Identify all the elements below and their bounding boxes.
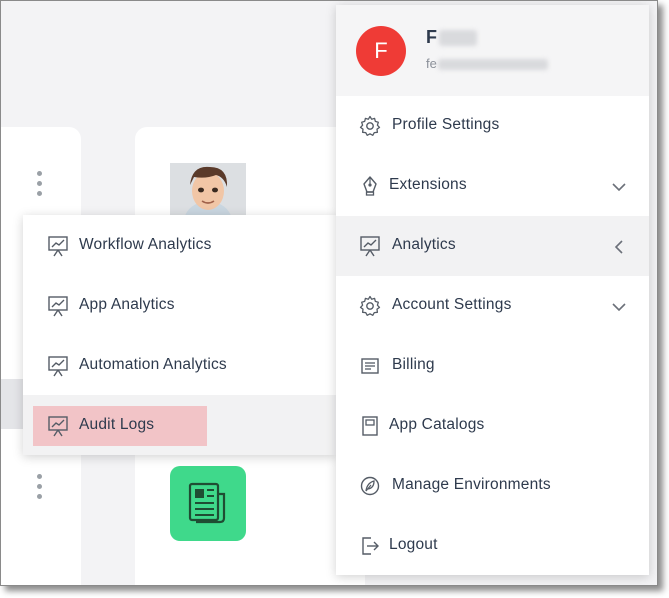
app-window: Workflow Analytics App Analytics Automat…	[0, 0, 658, 586]
pen-nib-icon	[363, 176, 377, 196]
menu-item-analytics[interactable]: Analytics	[336, 216, 649, 276]
menu-item-label: Logout	[389, 536, 438, 553]
gear-icon	[359, 295, 381, 316]
menu-item-billing[interactable]: Billing	[336, 336, 649, 396]
analytics-submenu: Workflow Analytics App Analytics Automat…	[23, 215, 336, 455]
menu-item-label: Account Settings	[392, 296, 512, 313]
analytics-board-icon	[48, 296, 68, 317]
menu-item-app-catalogs[interactable]: App Catalogs	[336, 396, 649, 456]
chevron-left-icon[interactable]	[610, 238, 628, 256]
newspaper-icon	[188, 482, 226, 524]
menu-item-logout[interactable]: Logout	[336, 516, 649, 576]
menu-item-account-settings[interactable]: Account Settings	[336, 276, 649, 336]
submenu-item-app-analytics[interactable]: App Analytics	[23, 275, 336, 335]
catalog-icon	[362, 416, 378, 436]
app-avatar-image	[170, 163, 246, 219]
user-name-text: F	[426, 27, 437, 47]
submenu-item-audit-logs[interactable]: Audit Logs	[23, 395, 336, 455]
logout-icon	[362, 537, 379, 555]
analytics-board-icon	[48, 416, 68, 437]
redacted-text	[437, 59, 548, 71]
submenu-item-label: Audit Logs	[79, 416, 155, 433]
avatar[interactable]: F	[356, 26, 406, 76]
chevron-down-icon[interactable]	[610, 178, 628, 196]
user-name: F	[426, 27, 477, 48]
leaf-icon	[360, 476, 380, 496]
menu-item-manage-environments[interactable]: Manage Environments	[336, 456, 649, 516]
user-email-text: fe	[426, 56, 437, 71]
receipt-icon	[361, 358, 379, 374]
menu-item-label: Manage Environments	[392, 476, 551, 493]
user-email: fe	[426, 56, 548, 71]
analytics-board-icon	[360, 236, 380, 257]
submenu-item-automation-analytics[interactable]: Automation Analytics	[23, 335, 336, 395]
submenu-item-label: App Analytics	[79, 296, 175, 313]
chevron-down-icon[interactable]	[610, 298, 628, 316]
menu-item-label: Extensions	[389, 176, 467, 193]
menu-item-extensions[interactable]: Extensions	[336, 156, 649, 216]
menu-item-label: Analytics	[392, 236, 456, 253]
menu-item-label: App Catalogs	[389, 416, 485, 433]
more-options-icon[interactable]	[36, 474, 42, 499]
analytics-board-icon	[48, 356, 68, 377]
app-icon-tile[interactable]	[170, 466, 246, 541]
user-dropdown-menu: F F fe Profile Settings Extensions Analy…	[336, 5, 649, 575]
submenu-item-label: Workflow Analytics	[79, 236, 212, 253]
more-options-icon[interactable]	[36, 171, 42, 196]
menu-item-profile-settings[interactable]: Profile Settings	[336, 96, 649, 156]
redacted-text	[439, 30, 477, 47]
submenu-item-label: Automation Analytics	[79, 356, 227, 373]
analytics-board-icon	[48, 236, 68, 257]
submenu-item-workflow-analytics[interactable]: Workflow Analytics	[23, 215, 336, 275]
gear-icon	[359, 115, 381, 136]
menu-item-label: Profile Settings	[392, 116, 500, 133]
menu-item-label: Billing	[392, 356, 435, 373]
user-profile-header: F F fe	[336, 5, 649, 96]
